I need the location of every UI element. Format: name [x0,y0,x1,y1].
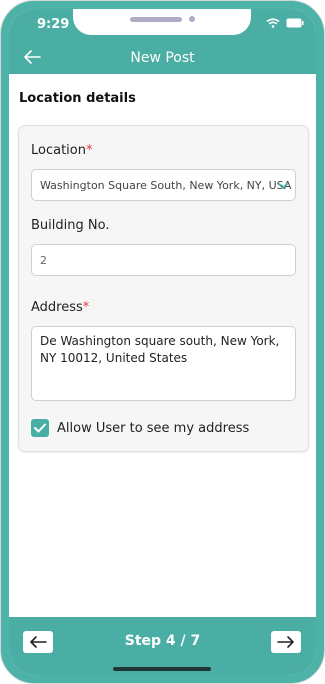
building-number-value: 2 [40,254,47,267]
phone-frame: 9:29 New Post Location details Location*… [0,0,325,684]
battery-icon [286,18,304,28]
notch [73,9,251,35]
page-title: New Post [130,50,195,66]
allow-address-checkbox[interactable] [31,419,49,437]
required-mark: * [82,300,90,315]
camera [189,16,195,22]
home-indicator [113,667,211,671]
building-number-input[interactable]: 2 [31,244,296,276]
next-step-button[interactable] [271,631,301,653]
allow-address-label[interactable]: Allow User to see my address [57,421,249,436]
location-label: Location* [31,143,92,158]
building-label: Building No. [31,218,110,233]
address-textarea[interactable]: De Washington square south, New York, NY… [31,326,296,401]
checkmark-icon [34,423,46,433]
step-indicator: Step 4 / 7 [124,633,201,649]
address-label-text: Address [31,300,83,315]
app-screen: 9:29 New Post Location details Location*… [9,9,316,675]
bottom-bar: Step 4 / 7 [9,617,316,675]
wifi-icon [266,18,280,28]
location-select[interactable]: Washington Square South, New York, NY, U… [31,169,296,201]
required-mark: * [85,143,93,158]
status-time: 9:29 [37,17,70,32]
arrow-right-icon [277,636,294,648]
address-label: Address* [31,300,89,315]
status-icons [266,18,304,28]
location-value: Washington Square South, New York, NY, U… [40,179,292,192]
section-title: Location details [19,91,136,106]
location-label-text: Location [31,143,86,158]
speaker [130,17,182,22]
location-card: Location* Washington Square South, New Y… [18,125,309,452]
top-bar: 9:29 New Post [9,9,316,74]
chevron-down-icon [278,183,288,189]
